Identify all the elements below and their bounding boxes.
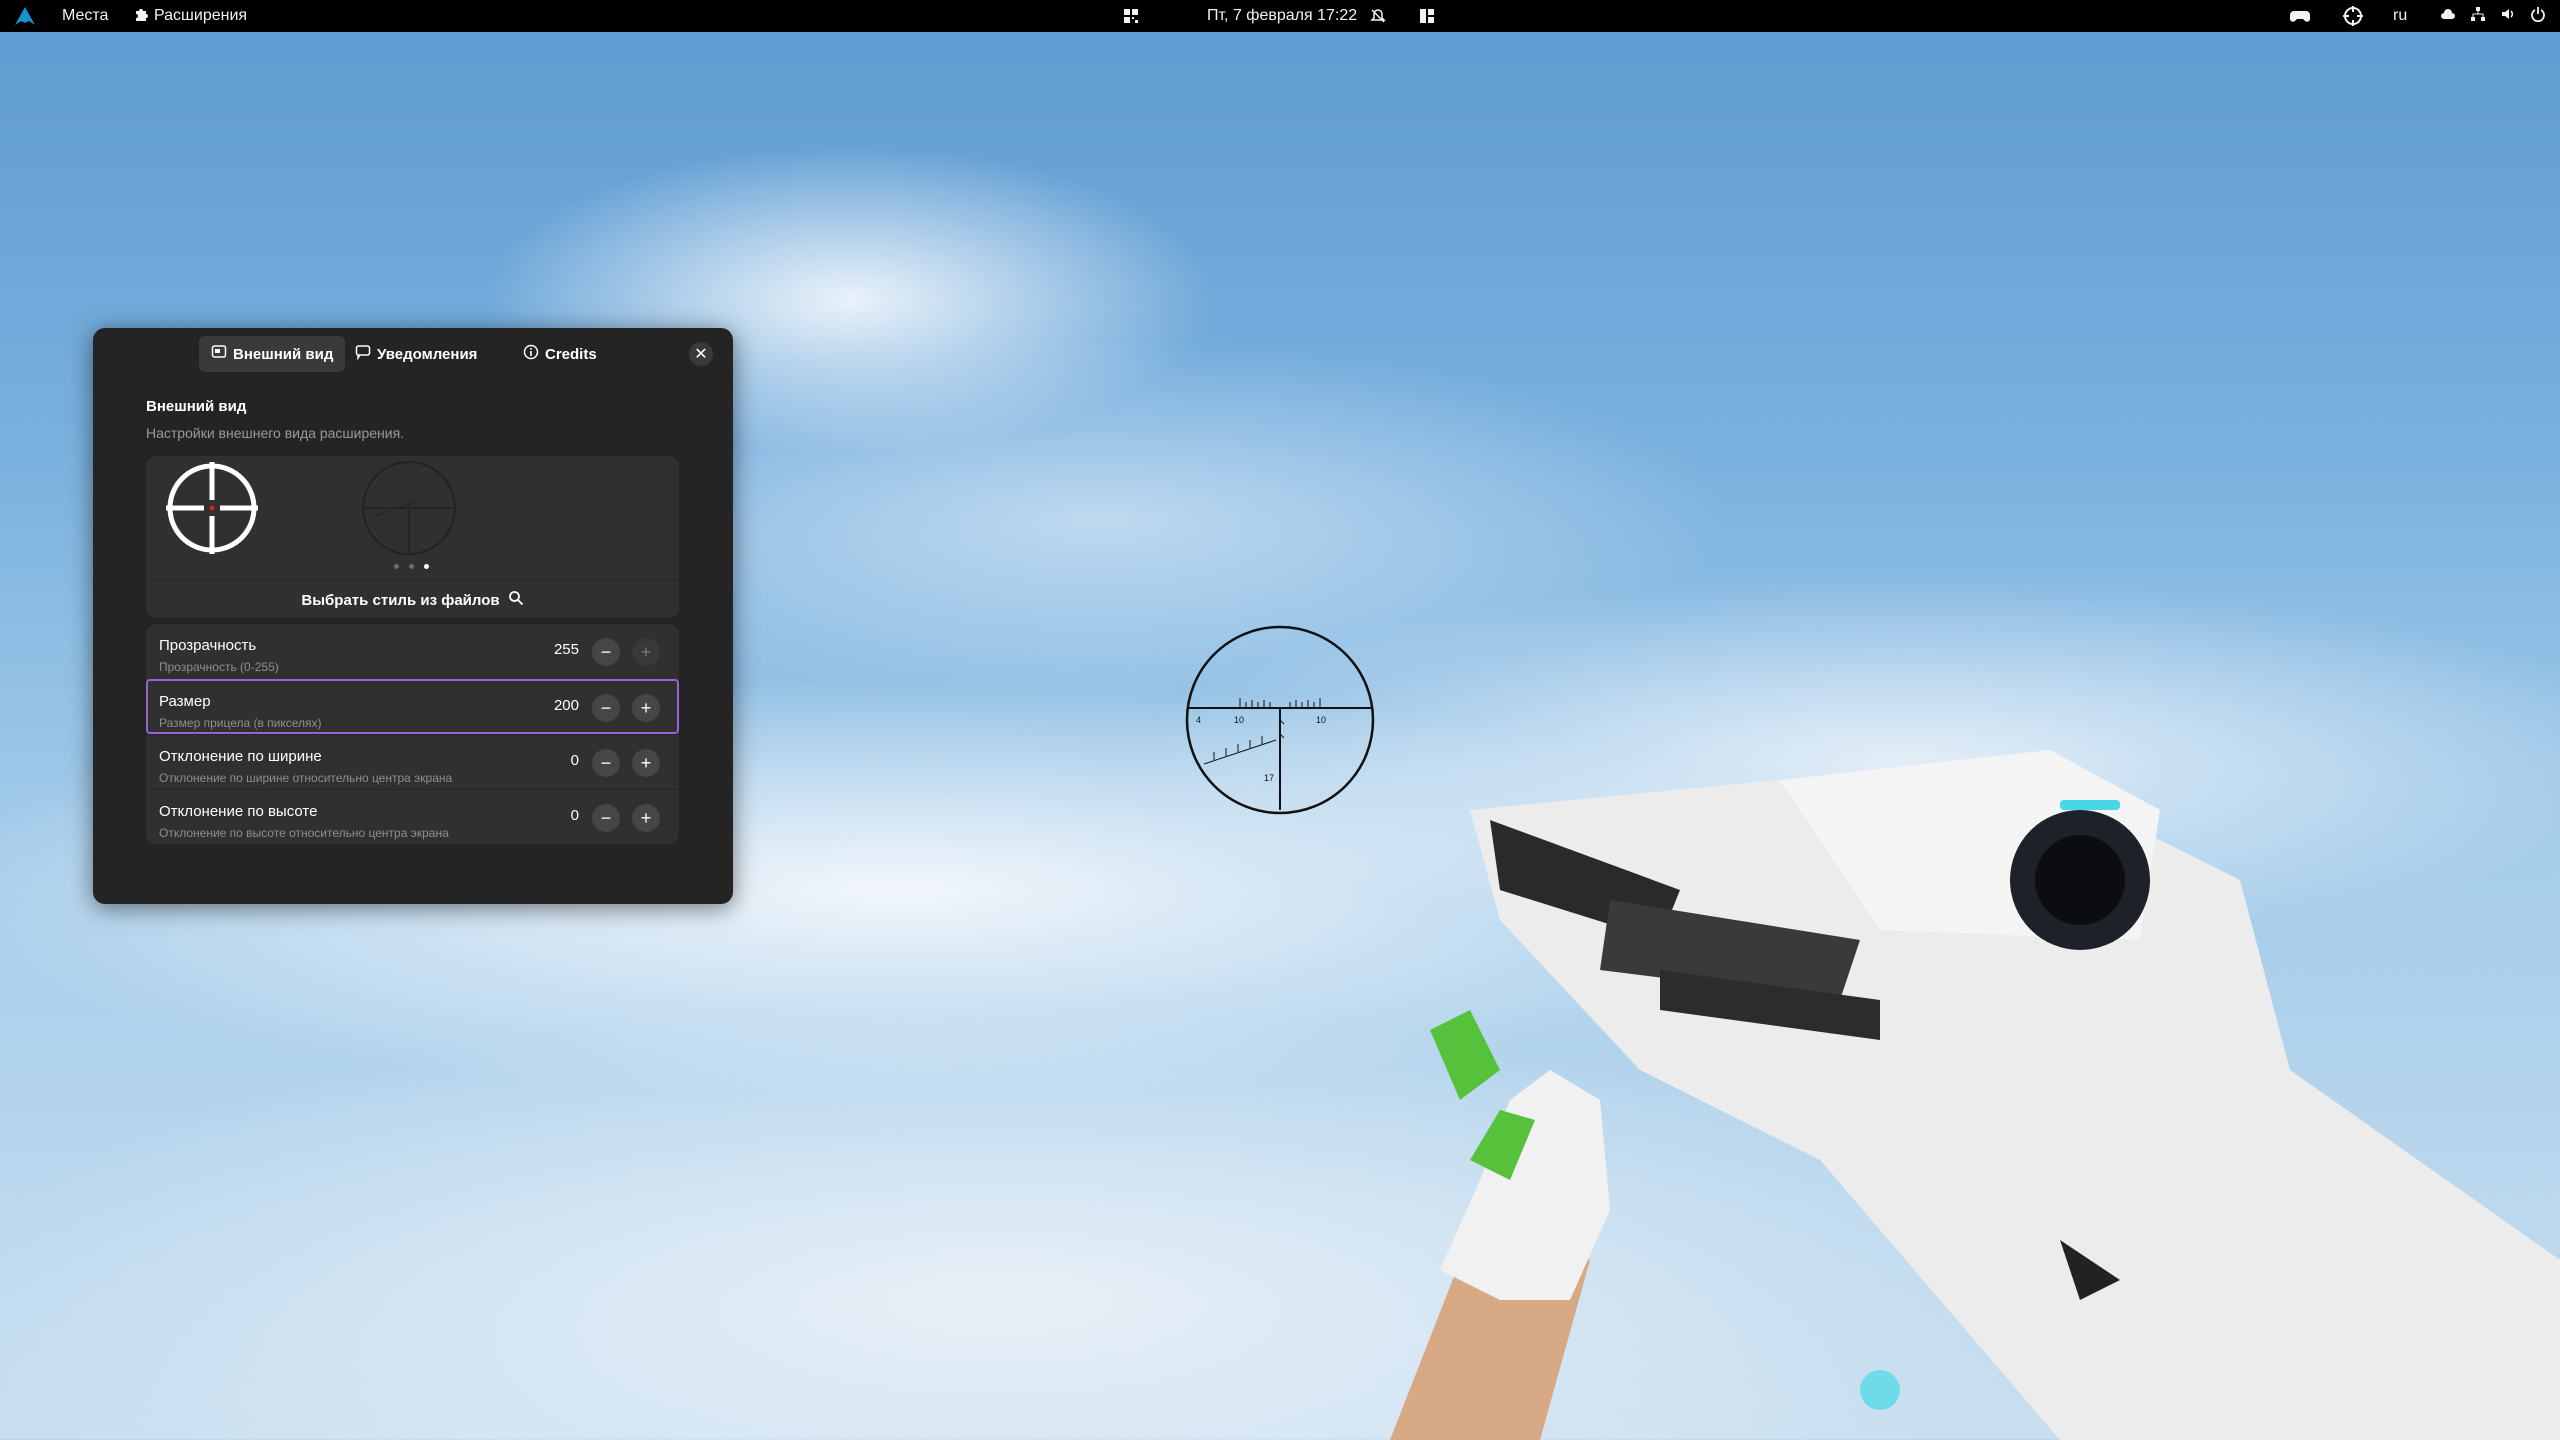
height-offset-value[interactable]: 0	[571, 807, 579, 824]
tab-bar: Внешний вид Уведомления Credits	[93, 336, 733, 372]
tab-credits-label: Credits	[545, 345, 597, 363]
extension-settings-window: Внешний вид Уведомления Credits ✕ Внешни…	[93, 328, 733, 904]
crosshair-preview-classic[interactable]	[164, 460, 260, 561]
system-tray[interactable]	[2440, 0, 2546, 32]
close-icon: ✕	[694, 346, 708, 363]
plus-icon: +	[640, 807, 652, 828]
carousel-view[interactable]	[146, 456, 679, 580]
row-label: Отклонение по ширине	[159, 748, 322, 765]
puzzle-icon	[134, 7, 148, 26]
search-icon	[508, 590, 524, 610]
height-offset-increase-button[interactable]: +	[632, 804, 660, 832]
carousel-page-indicator	[394, 564, 429, 569]
scope-tick-10-left: 10	[1234, 715, 1244, 725]
row-subtitle: Прозрачность (0-255)	[159, 660, 279, 674]
activities-logo-icon[interactable]	[14, 0, 36, 32]
date-time[interactable]: Пт, 7 февраля 17:22	[1207, 0, 1357, 32]
width-offset-increase-button[interactable]: +	[632, 749, 660, 777]
width-offset-value[interactable]: 0	[571, 752, 579, 769]
tab-notifications[interactable]: Уведомления	[343, 336, 489, 372]
appearance-icon	[211, 344, 227, 364]
game-weapon-viewmodel	[1360, 740, 2560, 1440]
volume-icon	[2500, 6, 2516, 27]
network-icon	[2470, 6, 2486, 27]
size-increase-button[interactable]: +	[632, 694, 660, 722]
places-menu[interactable]: Места	[62, 0, 108, 32]
plus-icon: +	[640, 752, 652, 773]
height-offset-decrease-button[interactable]: −	[592, 804, 620, 832]
gamepad-icon[interactable]	[2290, 0, 2310, 32]
qr-code-icon[interactable]	[1123, 0, 1139, 32]
height-offset-row: Отклонение по высоте Отклонение по высот…	[146, 789, 679, 844]
opacity-decrease-button[interactable]: −	[592, 638, 620, 666]
crosshair-indicator-icon[interactable]	[2342, 0, 2364, 32]
minus-icon: −	[600, 752, 612, 773]
size-row: Размер Размер прицела (в пикселях) 200 −…	[146, 679, 679, 734]
row-subtitle: Размер прицела (в пикселях)	[159, 716, 322, 730]
choose-style-from-files-button[interactable]: Выбрать стиль из файлов	[146, 580, 679, 618]
opacity-row: Прозрачность Прозрачность (0-255) 255 − …	[146, 624, 679, 679]
row-subtitle: Отклонение по высоте относительно центра…	[159, 826, 449, 840]
width-offset-decrease-button[interactable]: −	[592, 749, 620, 777]
window-layout-icon[interactable]	[1419, 0, 1435, 32]
tab-notifications-label: Уведомления	[377, 345, 478, 363]
carousel-dot[interactable]	[409, 564, 414, 569]
size-decrease-button[interactable]: −	[592, 694, 620, 722]
keyboard-layout-label: ru	[2393, 7, 2408, 24]
row-label: Отклонение по высоте	[159, 803, 318, 820]
minus-icon: −	[600, 697, 612, 718]
top-bar: Места Расширения Пт, 7 февраля 17:22 ru	[0, 0, 2560, 32]
plus-icon: +	[640, 641, 652, 662]
row-label: Прозрачность	[159, 637, 257, 654]
tab-appearance-label: Внешний вид	[233, 345, 334, 363]
carousel-dot[interactable]	[394, 564, 399, 569]
row-subtitle: Отклонение по ширине относительно центра…	[159, 771, 453, 785]
carousel-dot-active[interactable]	[424, 564, 429, 569]
notification-icon	[355, 344, 371, 364]
extensions-label: Расширения	[154, 7, 248, 24]
minus-icon: −	[600, 807, 612, 828]
power-icon	[2530, 6, 2546, 27]
size-value[interactable]: 200	[554, 697, 579, 714]
crosshair-preview-scope[interactable]	[361, 460, 457, 561]
opacity-increase-button[interactable]: +	[632, 638, 660, 666]
info-icon	[523, 344, 539, 364]
settings-list: Прозрачность Прозрачность (0-255) 255 − …	[146, 624, 679, 844]
minus-icon: −	[600, 641, 612, 662]
date-time-label: Пт, 7 февраля 17:22	[1207, 7, 1358, 24]
width-offset-row: Отклонение по ширине Отклонение по ширин…	[146, 734, 679, 789]
scope-tick-10-right: 10	[1316, 715, 1326, 725]
scope-left-tick: 4	[1196, 715, 1201, 725]
crosshair-style-carousel: Выбрать стиль из файлов	[146, 456, 679, 618]
tab-credits[interactable]: Credits	[511, 336, 609, 372]
section-subtitle: Настройки внешнего вида расширения.	[146, 425, 405, 441]
places-label: Места	[62, 7, 109, 24]
close-button[interactable]: ✕	[689, 342, 713, 366]
notifications-off-icon[interactable]	[1370, 0, 1386, 32]
opacity-value[interactable]: 255	[554, 641, 579, 658]
extensions-menu[interactable]: Расширения	[134, 0, 247, 32]
scope-bottom-value: 17	[1264, 773, 1274, 783]
keyboard-layout[interactable]: ru	[2393, 0, 2407, 32]
choose-style-label: Выбрать стиль из файлов	[301, 591, 500, 609]
row-label: Размер	[159, 693, 211, 710]
section-title: Внешний вид	[146, 398, 247, 415]
tab-appearance[interactable]: Внешний вид	[199, 336, 346, 372]
cloud-icon	[2440, 7, 2456, 26]
plus-icon: +	[640, 697, 652, 718]
scope-crosshair-overlay: 4 10 10 17	[1184, 624, 1376, 821]
